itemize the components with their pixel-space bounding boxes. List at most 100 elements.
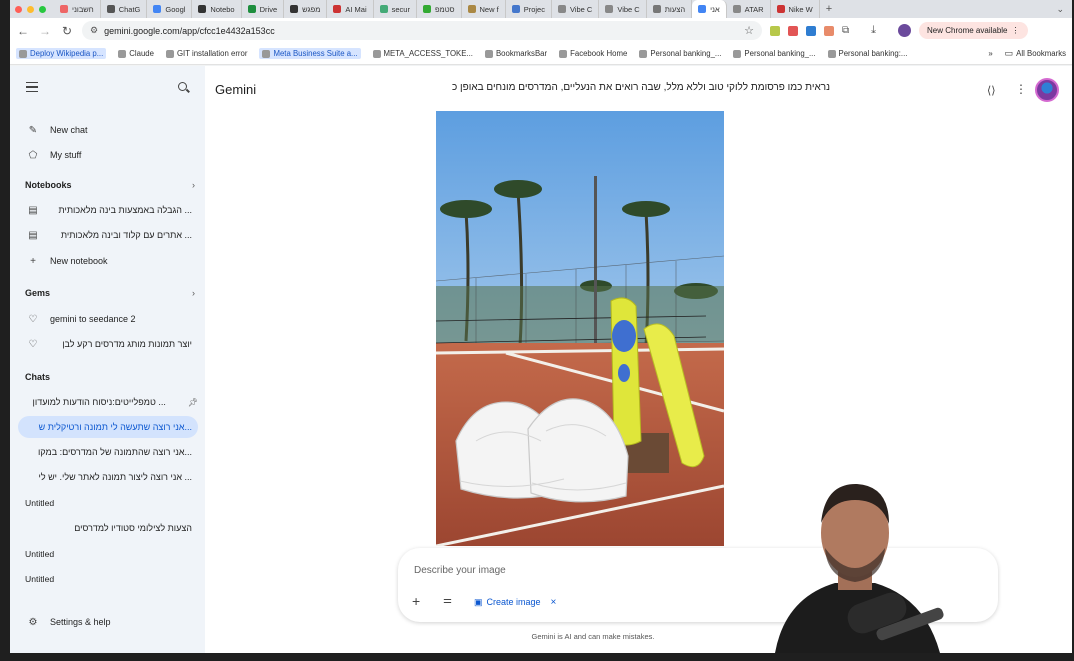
bookmarks-overflow-chevron[interactable]: »	[988, 49, 992, 58]
gem-item[interactable]: ♡ gemini to seedance 2	[18, 308, 198, 330]
tab-label: secur	[391, 4, 410, 14]
add-attachment-plus-icon[interactable]: +	[412, 593, 420, 609]
site-info-icon[interactable]: ⚙	[90, 25, 98, 36]
chat-item[interactable]: אני רוצה ליצור תמונה לאתר שלי. יש לי ...	[18, 466, 198, 488]
bookmark-item[interactable]: BookmarksBar	[484, 49, 548, 58]
maximize-window-dot[interactable]	[39, 5, 46, 13]
tab-search-chevron-icon[interactable]: ⌄	[1056, 4, 1072, 15]
tab-list: חשבוני ChatG Googl Notebo Drive מפגש AI Mai sec…	[54, 0, 820, 18]
bookmark-label: GIT installation error	[176, 49, 248, 58]
settings-help-button[interactable]: ⚙ Settings & help	[18, 611, 198, 633]
chat-item-untitled[interactable]: Untitled	[25, 574, 54, 584]
close-window-dot[interactable]	[15, 5, 22, 13]
more-vertical-icon[interactable]: ⋮	[1015, 82, 1027, 96]
browser-tab[interactable]: סטמפ	[417, 0, 462, 18]
my-stuff-label: My stuff	[50, 150, 82, 160]
tab-label: מפגש	[302, 4, 321, 14]
browser-tab[interactable]: מפגש	[284, 0, 328, 18]
browser-tab[interactable]: Nike W	[771, 0, 820, 18]
bookmark-item[interactable]: Personal banking:...	[827, 49, 907, 58]
browser-tab[interactable]: Projec	[506, 0, 552, 18]
browser-tab[interactable]: Drive	[242, 0, 285, 18]
browser-tab[interactable]: secur	[374, 0, 417, 18]
new-tab-plus-icon[interactable]: +	[820, 3, 838, 15]
new-chrome-button[interactable]: New Chrome available ⋮	[919, 22, 1028, 39]
bookmark-item[interactable]: META_ACCESS_TOKE...	[372, 49, 473, 58]
edit-pencil-icon: ✎	[28, 124, 38, 136]
browser-tab[interactable]: Vibe C	[599, 0, 647, 18]
tab-favicon-icon	[698, 5, 707, 13]
user-avatar[interactable]	[1035, 78, 1059, 102]
extension-icon[interactable]	[824, 25, 834, 36]
bookmark-label: BookmarksBar	[495, 49, 548, 58]
gems-header[interactable]: Gems ›	[25, 285, 195, 301]
tab-label: Drive	[259, 4, 278, 14]
extension-icon[interactable]	[806, 25, 816, 36]
browser-tab[interactable]: ChatG	[101, 0, 148, 18]
forward-arrow-icon[interactable]: →	[38, 24, 52, 38]
chat-item[interactable]: אני רוצה שהתמונה של המדרסים: במקו...	[18, 441, 198, 463]
all-bookmarks-button[interactable]: ▭ All Bookmarks	[1005, 48, 1066, 59]
tab-favicon-icon	[605, 5, 614, 13]
minimize-window-dot[interactable]	[27, 5, 34, 13]
profile-avatar[interactable]	[898, 24, 912, 37]
conversation-title[interactable]: נראית כמו פרסומת ללוקי טוב וללא מלל, שבה…	[425, 82, 830, 93]
tools-sliders-icon[interactable]: ⚌	[443, 595, 452, 606]
gem-heart-icon: ♡	[28, 313, 38, 325]
address-bar[interactable]: ⚙ gemini.google.com/app/cfcc1e4432a153cc…	[82, 21, 762, 40]
gemini-brand[interactable]: Gemini	[215, 82, 256, 97]
download-icon[interactable]: ⤓	[871, 24, 876, 37]
browser-tab[interactable]: Vibe C	[552, 0, 600, 18]
bookmark-item[interactable]: GIT installation error	[165, 49, 248, 58]
main-menu-icon[interactable]	[26, 82, 38, 92]
browser-tab[interactable]: AI Mai	[327, 0, 374, 18]
extensions-puzzle-icon[interactable]: ⧉	[842, 25, 849, 36]
bookmark-favicon-icon	[827, 49, 836, 58]
browser-tab[interactable]: Notebo	[192, 0, 242, 18]
share-icon[interactable]: ⟨⟩	[987, 84, 996, 97]
gem-item[interactable]: ♡ יוצר תמונות מותג מדרסים רקע לבן	[18, 333, 198, 355]
chat-item[interactable]: הצעות לצילומי סטודיו למדרסים	[18, 517, 198, 539]
bookmark-item[interactable]: Facebook Home	[559, 49, 627, 58]
browser-tab[interactable]: New f	[462, 0, 506, 18]
bookmark-star-icon[interactable]: ☆	[744, 24, 754, 37]
new-notebook-button[interactable]: + New notebook	[18, 250, 198, 272]
browser-tab[interactable]: ATAR	[727, 0, 771, 18]
browser-tab[interactable]: Googl	[147, 0, 193, 18]
bookmark-item[interactable]: Meta Business Suite a...	[259, 48, 361, 59]
tab-strip: חשבוני ChatG Googl Notebo Drive מפגש AI Mai sec…	[10, 0, 1072, 18]
extension-icon[interactable]	[770, 25, 780, 36]
chat-item-untitled[interactable]: Untitled	[25, 549, 54, 559]
chat-item[interactable]: טמפלייטים:ניסוח הודעות למועדון ... 📌︎	[18, 391, 198, 413]
bookmark-item[interactable]: Deploy Wikipedia p...	[16, 48, 107, 59]
bookmark-favicon-icon	[165, 49, 174, 58]
chat-item-untitled[interactable]: Untitled	[25, 498, 54, 508]
pin-icon: 📌︎	[187, 397, 198, 407]
plus-icon: +	[30, 255, 36, 267]
my-stuff-button[interactable]: ⬠ My stuff	[18, 144, 198, 166]
back-arrow-icon[interactable]: ←	[16, 24, 30, 38]
tab-favicon-icon	[776, 5, 785, 13]
new-chat-button[interactable]: ✎ New chat	[18, 119, 198, 141]
chat-item-active[interactable]: אני רוצה שתעשה לי תמונה ורטיקלית ש...	[18, 416, 198, 438]
bookmark-item[interactable]: Claude	[118, 49, 154, 58]
browser-tab[interactable]: אני	[692, 0, 727, 18]
reload-icon[interactable]: ↻	[60, 24, 74, 38]
chat-label: אני רוצה שתעשה לי תמונה ורטיקלית ש...	[38, 422, 192, 432]
close-icon[interactable]: ×	[551, 597, 557, 608]
bookmark-item[interactable]: Personal banking_...	[733, 49, 816, 58]
notebook-item[interactable]: ▤ הגבלה באמצעות בינה מלאכותית ...	[18, 199, 198, 221]
create-image-chip[interactable]: ▣ Create image ×	[470, 593, 560, 611]
search-icon[interactable]	[178, 82, 187, 91]
browser-tab[interactable]: הצעות	[647, 0, 693, 18]
extension-icon[interactable]	[788, 25, 798, 36]
bookmark-item[interactable]: Personal banking_...	[639, 49, 721, 58]
notebooks-header[interactable]: Notebooks ›	[25, 177, 195, 193]
generated-image[interactable]	[436, 111, 724, 546]
browser-tab[interactable]: חשבוני	[54, 0, 101, 18]
notebook-item[interactable]: ▤ אתרים עם קלוד ובינה מלאכותית ...	[18, 224, 198, 246]
insole-gel-pad	[612, 320, 636, 352]
bookmark-favicon-icon	[372, 49, 381, 58]
folder-icon: ▭	[1004, 48, 1014, 58]
gem-heart-icon: ♡	[28, 338, 38, 350]
